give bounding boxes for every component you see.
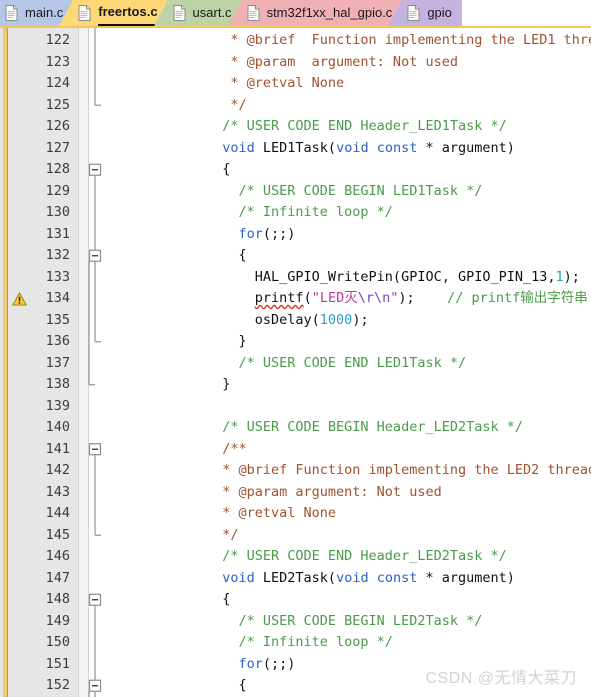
line-number: 144 xyxy=(45,505,70,521)
tab-label: usart.c xyxy=(192,5,232,20)
line-number: 151 xyxy=(45,655,70,672)
line-number: 136 xyxy=(45,333,70,349)
tab-label: freertos.c xyxy=(98,1,158,26)
tab-slant-edge xyxy=(388,0,403,26)
tab-label: gpio xyxy=(427,5,452,20)
line-number: 146 xyxy=(45,548,70,564)
line-number: 124 xyxy=(45,75,70,91)
line-number: 143 xyxy=(45,483,70,500)
file-icon xyxy=(5,5,18,21)
line-number: 133 xyxy=(45,268,70,285)
line-number: 148 xyxy=(45,591,70,607)
editor-tab-bar: main.c freertos.c usart.c stm32f1xx_hal_… xyxy=(0,0,591,28)
file-icon xyxy=(78,5,91,21)
code-folding-tree[interactable] xyxy=(0,28,591,697)
line-number: 152 xyxy=(45,677,70,693)
line-number: 122 xyxy=(45,32,70,48)
line-number: 130 xyxy=(45,204,70,220)
line-number: 127 xyxy=(45,139,70,156)
tab-label: main.c xyxy=(25,5,64,20)
editor-window: main.c freertos.c usart.c stm32f1xx_hal_… xyxy=(0,0,591,697)
file-icon xyxy=(407,5,420,21)
line-number: 129 xyxy=(45,182,70,199)
tab-gpio[interactable]: gpio xyxy=(388,0,462,26)
line-number: 137 xyxy=(45,354,70,371)
tab-slant-edge xyxy=(153,0,168,26)
fold-collapse-box[interactable] xyxy=(88,443,102,456)
line-number: 123 xyxy=(45,53,70,70)
tab-slant-edge xyxy=(227,0,242,26)
code-editor[interactable]: * @brief Function implementing the LED1 … xyxy=(0,28,591,697)
file-icon xyxy=(173,5,186,21)
line-number: 147 xyxy=(45,569,70,586)
file-icon xyxy=(247,5,260,21)
tab-stm32f1xx-hal-gpio-c[interactable]: stm32f1xx_hal_gpio.c xyxy=(227,0,403,26)
fold-collapse-box[interactable] xyxy=(88,249,102,262)
line-number: 149 xyxy=(45,612,70,629)
line-number: 138 xyxy=(45,376,70,392)
tab-slant-edge xyxy=(59,0,74,26)
line-number: 150 xyxy=(45,634,70,650)
line-number: 131 xyxy=(45,225,70,242)
line-number: 126 xyxy=(45,118,70,134)
line-number: 125 xyxy=(45,96,70,113)
line-number: 128 xyxy=(45,161,70,177)
line-number: 145 xyxy=(45,526,70,543)
fold-collapse-box[interactable] xyxy=(88,679,102,692)
line-number: 141 xyxy=(45,440,70,457)
tab-label: stm32f1xx_hal_gpio.c xyxy=(266,5,393,20)
line-number: 139 xyxy=(45,397,70,414)
fold-collapse-box[interactable] xyxy=(88,163,102,176)
line-number: 132 xyxy=(45,247,70,263)
fold-collapse-box[interactable] xyxy=(88,593,102,606)
line-number: 140 xyxy=(45,419,70,435)
line-number: 134 xyxy=(45,290,70,306)
line-number: 135 xyxy=(45,311,70,328)
line-number: 142 xyxy=(45,462,70,478)
